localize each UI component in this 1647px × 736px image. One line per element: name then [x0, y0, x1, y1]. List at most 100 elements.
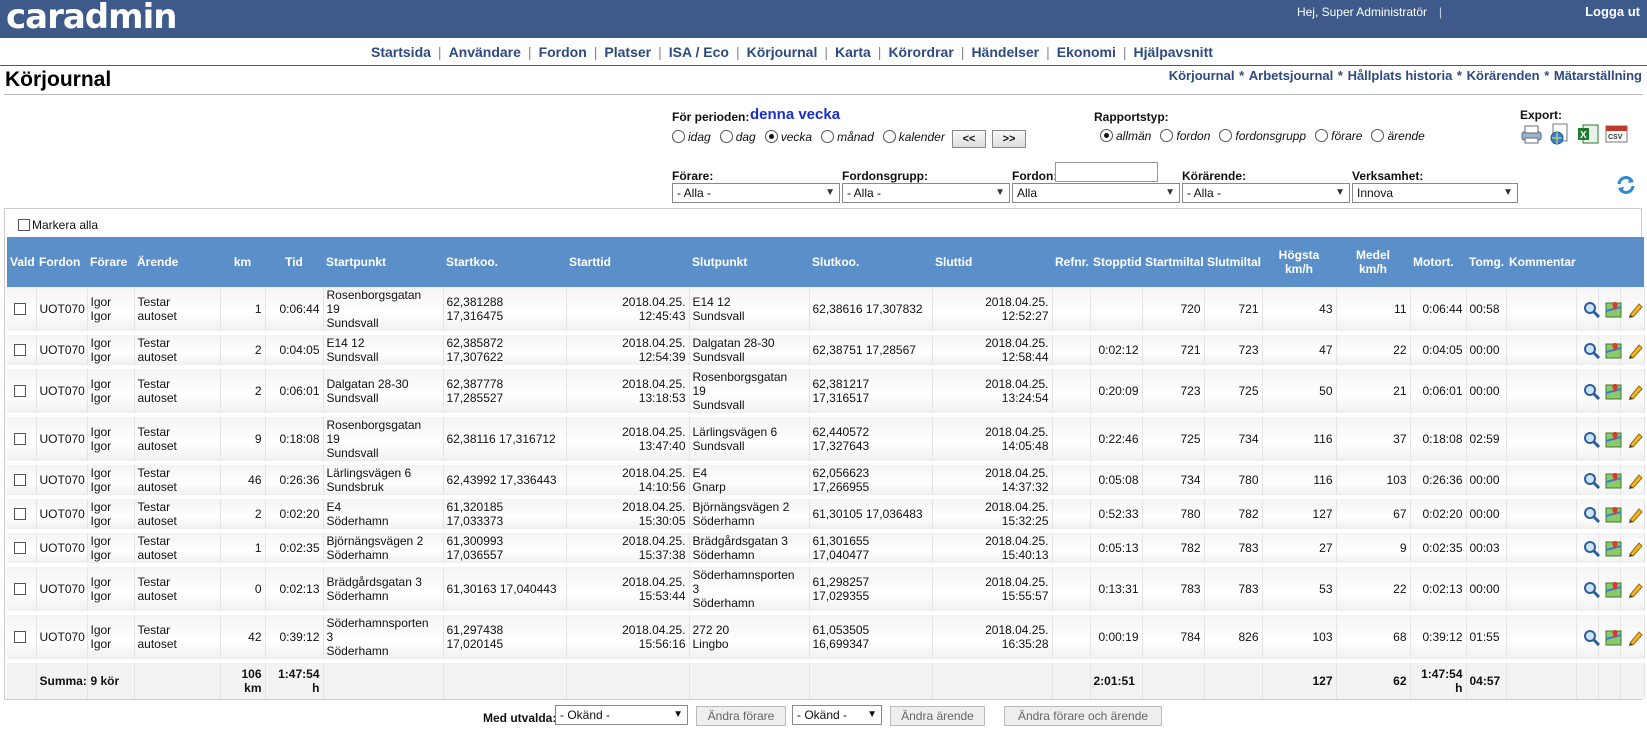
report-type-option[interactable]: förare [1315, 129, 1362, 143]
row-checkbox[interactable] [14, 385, 27, 397]
edit-pencil-icon[interactable] [1627, 540, 1644, 557]
map-icon[interactable] [1605, 506, 1622, 523]
report-type-option[interactable]: allmän [1100, 129, 1151, 143]
chevron-down-icon: ▼ [867, 709, 877, 720]
map-icon[interactable] [1605, 581, 1622, 598]
search-icon[interactable] [1583, 581, 1600, 598]
search-icon[interactable] [1583, 383, 1600, 400]
period-radio[interactable] [821, 130, 835, 143]
map-icon[interactable] [1605, 629, 1622, 646]
app-logo[interactable]: caradmin [6, 0, 177, 37]
vehicle-group-filter-select[interactable]: - Alla - ▼ [842, 183, 1010, 203]
print-icon[interactable] [1520, 123, 1543, 145]
report-type-option[interactable]: fordonsgrupp [1219, 129, 1306, 143]
nav-item-6[interactable]: Karta [828, 44, 878, 60]
row-checkbox[interactable] [14, 583, 27, 595]
nav-item-4[interactable]: ISA / Eco [662, 44, 736, 60]
column-header: Tid [265, 237, 323, 287]
row-checkbox[interactable] [14, 474, 27, 486]
subnav-item-0[interactable]: Körjournal [1169, 68, 1235, 83]
summary-empty-cell [1204, 660, 1263, 699]
report-type-option[interactable]: ärende [1371, 129, 1425, 143]
vehicle-filter-select[interactable]: Alla ▼ [1012, 183, 1180, 203]
period-option[interactable]: månad [821, 130, 874, 144]
map-icon[interactable] [1605, 431, 1622, 448]
nav-item-10[interactable]: Hjälpavsnitt [1127, 44, 1220, 60]
period-option[interactable]: kalender [882, 130, 945, 144]
business-filter-select[interactable]: Innova ▼ [1352, 183, 1518, 203]
nav-item-2[interactable]: Fordon [532, 44, 594, 60]
edit-pencil-icon[interactable] [1627, 629, 1644, 646]
search-icon[interactable] [1583, 506, 1600, 523]
search-icon[interactable] [1583, 431, 1600, 448]
edit-pencil-icon[interactable] [1627, 472, 1644, 489]
bulk-errand-select[interactable]: - Okänd - ▼ [792, 705, 882, 725]
row-checkbox[interactable] [14, 542, 27, 554]
nav-item-1[interactable]: Användare [442, 44, 528, 60]
mark-all-checkbox[interactable] [18, 219, 30, 231]
map-icon[interactable] [1605, 342, 1622, 359]
report-type-radio-label: allmän [1116, 129, 1152, 143]
period-option[interactable]: idag [672, 130, 711, 144]
change-errand-button[interactable]: Ändra ärende [890, 706, 985, 726]
change-driver-button[interactable]: Ändra förare [696, 706, 786, 726]
row-checkbox[interactable] [14, 303, 27, 315]
period-option[interactable]: dag [719, 130, 756, 144]
subnav-item-3[interactable]: Körärenden [1467, 68, 1540, 83]
period-radio[interactable] [764, 130, 778, 143]
period-radio[interactable] [719, 130, 733, 143]
edit-pencil-icon[interactable] [1627, 581, 1644, 598]
nav-item-7[interactable]: Körordrar [881, 44, 960, 60]
row-checkbox[interactable] [14, 508, 27, 520]
map-icon[interactable] [1605, 472, 1622, 489]
nav-item-9[interactable]: Ekonomi [1050, 44, 1123, 60]
period-radio[interactable] [882, 130, 896, 143]
vehicle-search-input[interactable] [1055, 162, 1158, 182]
map-icon[interactable] [1605, 540, 1622, 557]
cell-startmiltal: 783 [1142, 565, 1205, 615]
period-option[interactable]: vecka [764, 130, 812, 144]
subnav-item-2[interactable]: Hållplats historia [1348, 68, 1453, 83]
edit-pencil-icon[interactable] [1627, 383, 1644, 400]
map-icon[interactable] [1605, 301, 1622, 318]
cell-forare: Igor Igor [87, 497, 135, 533]
bulk-driver-select[interactable]: - Okänd - ▼ [555, 705, 688, 725]
nav-item-0[interactable]: Startsida [364, 44, 438, 60]
refresh-icon[interactable] [1615, 174, 1637, 196]
search-icon[interactable] [1583, 472, 1600, 489]
nav-item-8[interactable]: Händelser [964, 44, 1046, 60]
edit-pencil-icon[interactable] [1627, 342, 1644, 359]
excel-icon[interactable]: X [1577, 123, 1600, 145]
search-icon[interactable] [1583, 629, 1600, 646]
nav-item-5[interactable]: Körjournal [740, 44, 825, 60]
edit-pencil-icon[interactable] [1627, 506, 1644, 523]
next-period-button[interactable]: >> [992, 130, 1026, 148]
report-type-radio[interactable] [1219, 129, 1233, 142]
edit-pencil-icon[interactable] [1627, 301, 1644, 318]
report-type-radio[interactable] [1160, 129, 1174, 142]
subnav-item-1[interactable]: Arbetsjournal [1249, 68, 1334, 83]
csv-icon[interactable]: CSV [1605, 123, 1628, 145]
edit-pencil-icon[interactable] [1627, 431, 1644, 448]
report-type-radio[interactable] [1100, 129, 1113, 142]
mark-all[interactable]: Markera alla [18, 218, 98, 232]
map-icon[interactable] [1605, 383, 1622, 400]
nav-item-3[interactable]: Platser [597, 44, 658, 60]
prev-period-button[interactable]: << [952, 130, 986, 148]
row-checkbox[interactable] [14, 433, 27, 445]
period-radio[interactable] [672, 130, 685, 143]
row-checkbox[interactable] [14, 344, 27, 356]
web-export-icon[interactable] [1548, 123, 1571, 145]
change-driver-and-errand-button[interactable]: Ändra förare och ärende [1004, 706, 1162, 726]
errand-filter-select[interactable]: - Alla - ▼ [1182, 183, 1350, 203]
subnav-item-4[interactable]: Mätarställning [1554, 68, 1642, 83]
report-type-radio[interactable] [1371, 129, 1385, 142]
search-icon[interactable] [1583, 540, 1600, 557]
row-checkbox[interactable] [14, 631, 27, 643]
report-type-option[interactable]: fordon [1160, 129, 1210, 143]
search-icon[interactable] [1583, 301, 1600, 318]
report-type-radio[interactable] [1315, 129, 1329, 142]
logout-link[interactable]: Logga ut [1585, 4, 1640, 19]
driver-filter-select[interactable]: - Alla - ▼ [672, 183, 840, 203]
search-icon[interactable] [1583, 342, 1600, 359]
